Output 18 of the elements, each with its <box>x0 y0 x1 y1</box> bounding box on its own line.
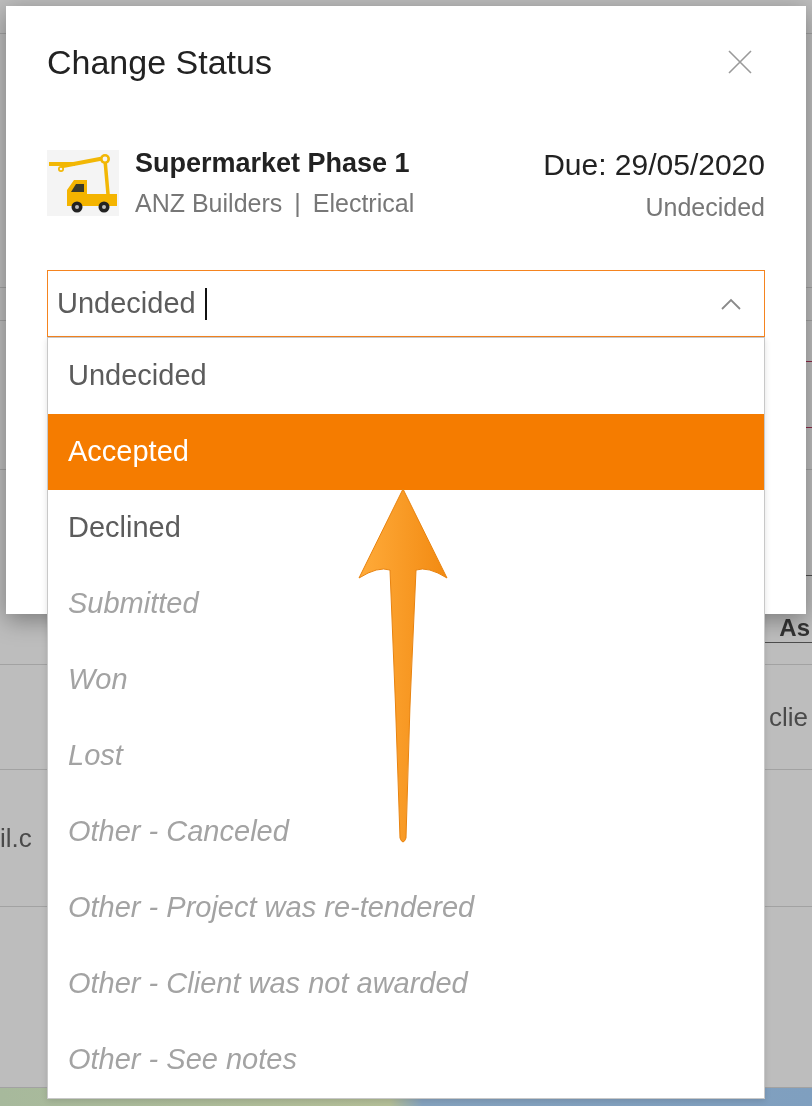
separator-text: | <box>293 188 302 218</box>
client-name: ANZ Builders <box>135 188 283 218</box>
status-text: Undecided <box>645 192 765 222</box>
project-name: Supermarket Phase 1 <box>135 148 411 178</box>
chevron-up-icon[interactable] <box>721 297 741 310</box>
dropdown-option[interactable]: Declined <box>48 490 764 566</box>
dropdown-option[interactable]: Undecided <box>48 338 764 414</box>
trade-name: Electrical <box>312 188 415 218</box>
column-heading-text: As <box>779 616 811 642</box>
crane-truck-icon <box>47 150 119 216</box>
dialog-title: Change Status <box>47 42 272 83</box>
close-icon[interactable] <box>727 49 753 75</box>
due-date: Due: 29/05/2020 <box>543 148 765 182</box>
status-select[interactable]: Undecided <box>47 270 765 337</box>
dropdown-option[interactable]: Accepted <box>48 414 764 490</box>
table-cell-text: clie <box>769 702 809 732</box>
text-cursor-icon <box>204 287 207 320</box>
table-cell-text: il.c <box>0 823 32 853</box>
